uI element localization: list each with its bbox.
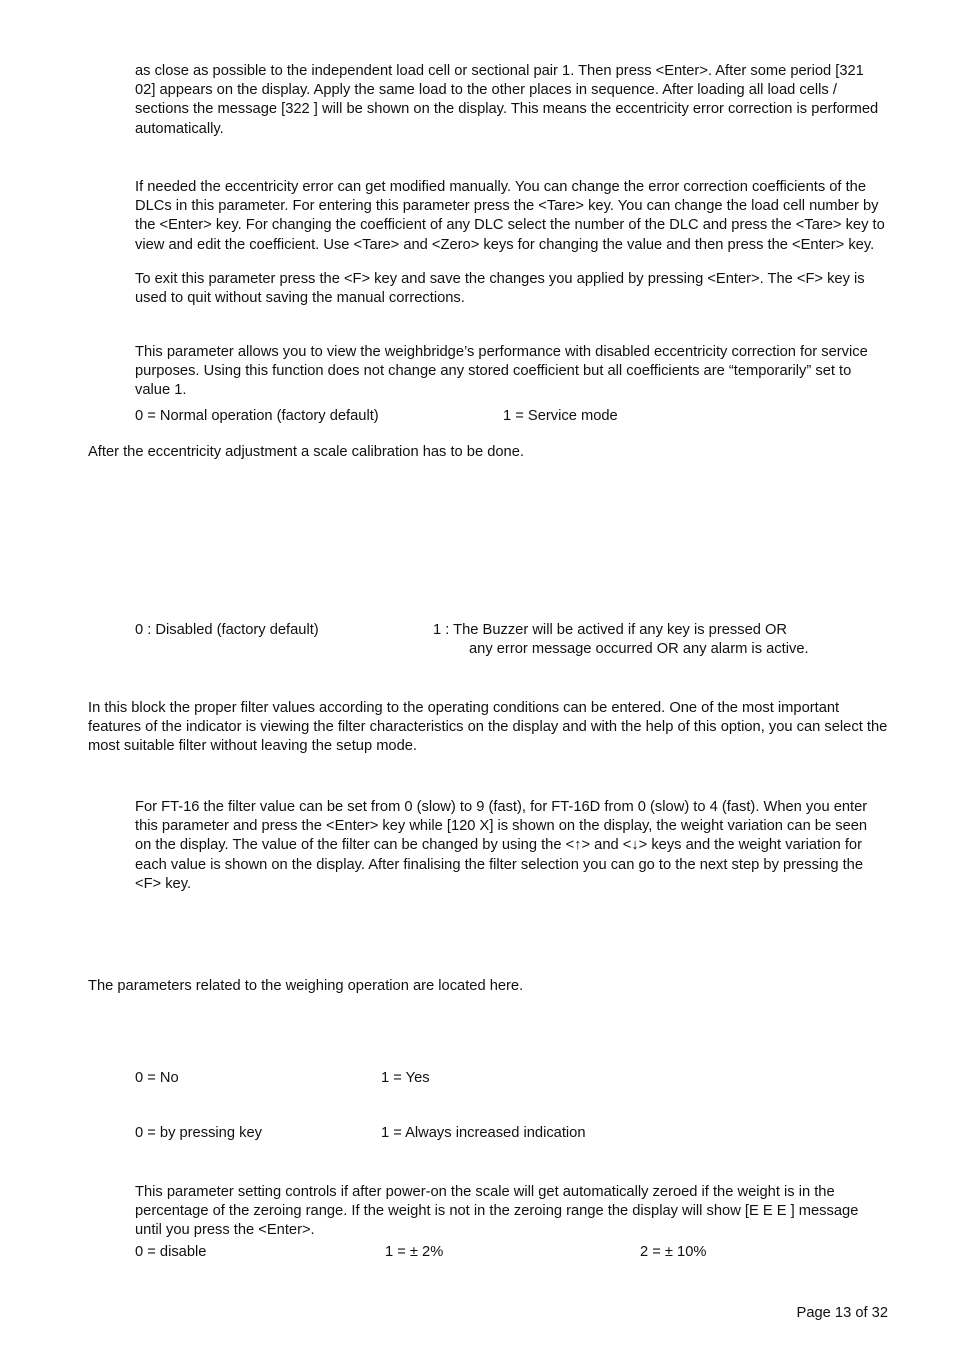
- paragraph-filter-value: For FT-16 the filter value can be set fr…: [135, 799, 868, 892]
- document-page: as close as possible to the independent …: [0, 0, 954, 1350]
- option-yes-no-1: 1 = Yes: [381, 1070, 430, 1086]
- option-power-on-zero-0: 0 = disable: [135, 1244, 207, 1260]
- paragraph-manual-correction: If needed the eccentricity error can get…: [135, 179, 885, 253]
- option-indication-0: 0 = by pressing key: [135, 1125, 262, 1141]
- option-power-on-zero-2: 2 = ± 10%: [640, 1244, 707, 1260]
- paragraph-service-mode: This parameter allows you to view the we…: [135, 344, 868, 399]
- option-buzzer-0: 0 : Disabled (factory default): [135, 622, 319, 638]
- option-service-mode-0: 0 = Normal operation (factory default): [135, 408, 379, 424]
- option-power-on-zero-1: 1 = ± 2%: [385, 1244, 444, 1260]
- option-buzzer-1-line1: 1 : The Buzzer will be actived if any ke…: [433, 622, 788, 638]
- option-buzzer-1-line2: any error message occurred OR any alarm …: [469, 641, 809, 657]
- paragraph-after-eccentricity: After the eccentricity adjustment a scal…: [88, 444, 524, 460]
- option-yes-no-0: 0 = No: [135, 1070, 179, 1086]
- paragraph-manual-correction-exit: To exit this parameter press the <F> key…: [135, 271, 865, 307]
- paragraph-eccentricity-intro: as close as possible to the independent …: [135, 63, 879, 137]
- option-service-mode-1: 1 = Service mode: [503, 408, 618, 424]
- paragraph-weighing-params: The parameters related to the weighing o…: [88, 978, 524, 994]
- page-number-footer: Page 13 of 32: [796, 1304, 888, 1321]
- paragraph-power-on-zero: This parameter setting controls if after…: [135, 1184, 859, 1239]
- paragraph-filter-block: In this block the proper filter values a…: [88, 700, 888, 755]
- option-indication-1: 1 = Always increased indication: [381, 1125, 586, 1141]
